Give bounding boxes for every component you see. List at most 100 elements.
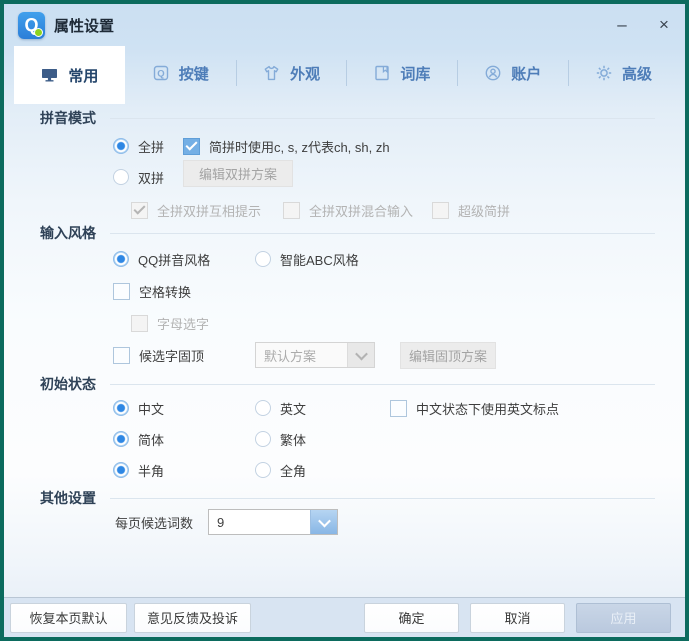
section-input-style-title: 输入风格 [40,223,96,243]
super-jianpin-checkbox [432,202,449,219]
quanpin-label[interactable]: 全拼 [138,137,164,156]
super-jianpin-option: 超级简拼 [432,197,510,223]
full-width-option: 全角 [255,457,306,483]
monitor-icon [40,66,59,84]
ok-button[interactable]: 确定 [364,603,459,633]
abc-style-option: 智能ABC风格 [255,246,359,272]
half-width-radio[interactable] [113,462,129,478]
candidates-per-page-row: 每页候选词数 [115,509,193,535]
section-pinyin-mode: 拼音模式 [40,108,655,128]
tab-advanced[interactable]: 高级 [568,46,679,100]
edit-pin-button: 编辑固顶方案 [400,342,496,369]
english-punct-label[interactable]: 中文状态下使用英文标点 [416,399,559,418]
space-convert-option: 空格转换 [113,278,191,304]
pin-scheme-dropdown: 默认方案 [255,342,375,368]
tshirt-icon [262,64,281,82]
abc-style-label[interactable]: 智能ABC风格 [280,250,359,269]
english-punct-option: 中文状态下使用英文标点 [390,395,559,421]
simplified-label[interactable]: 简体 [138,430,164,449]
full-width-label[interactable]: 全角 [280,461,306,480]
tab-advanced-label: 高级 [622,63,652,84]
traditional-label[interactable]: 繁体 [280,430,306,449]
chinese-radio[interactable] [113,400,129,416]
gear-icon [595,64,613,82]
tab-account[interactable]: 账户 [457,46,568,100]
chinese-option: 中文 [113,395,164,421]
simplified-radio[interactable] [113,431,129,447]
letter-select-label: 字母选字 [157,314,209,333]
tab-appearance-label: 外观 [290,63,320,84]
jianpin-checkbox[interactable] [183,138,200,155]
settings-content: 拼音模式 全拼 简拼时使用c, s, z代表ch, sh, zh 双拼 编辑双拼… [4,100,685,597]
abc-style-radio[interactable] [255,251,271,267]
english-label[interactable]: 英文 [280,399,306,418]
traditional-option: 繁体 [255,426,306,452]
candidate-pin-label[interactable]: 候选字固顶 [139,346,204,365]
qq-style-label[interactable]: QQ拼音风格 [138,250,210,269]
restore-defaults-button[interactable]: 恢复本页默认 [10,603,127,633]
section-other-settings-title: 其他设置 [40,488,96,508]
section-divider [110,118,655,119]
ok-label: 确定 [398,608,424,627]
tab-appearance[interactable]: 外观 [236,46,347,100]
footer-left-buttons: 恢复本页默认 意见反馈及投诉 [10,603,251,633]
section-divider [110,498,655,499]
shuangpin-radio[interactable] [113,169,129,185]
account-icon [484,64,502,82]
section-initial-state: 初始状态 [40,374,655,394]
edit-pin-button-label: 编辑固顶方案 [409,346,487,365]
english-punct-checkbox[interactable] [390,400,407,417]
jianpin-label[interactable]: 简拼时使用c, s, z代表ch, sh, zh [209,137,390,156]
half-width-option: 半角 [113,457,164,483]
tab-keys-label: 按键 [179,63,209,84]
mutual-hint-option: 全拼双拼互相提示 [131,197,261,223]
restore-defaults-label: 恢复本页默认 [29,608,107,627]
chevron-down-icon[interactable] [310,510,337,534]
tab-common[interactable]: 常用 [14,46,125,104]
super-jianpin-label: 超级简拼 [458,201,510,220]
shuangpin-label[interactable]: 双拼 [138,168,164,187]
apply-label: 应用 [610,608,636,627]
apply-button: 应用 [576,603,671,633]
section-other-settings: 其他设置 [40,488,655,508]
full-width-radio[interactable] [255,462,271,478]
simplified-option: 简体 [113,426,164,452]
tab-account-label: 账户 [511,63,541,84]
close-button[interactable]: × [643,4,685,46]
dictionary-icon [373,64,391,82]
candidate-pin-checkbox[interactable] [113,347,130,364]
minimize-button[interactable]: – [601,4,643,46]
window-controls: – × [601,4,685,46]
tab-dictionary[interactable]: 词库 [346,46,457,100]
mutual-hint-checkbox [131,202,148,219]
feedback-button[interactable]: 意见反馈及投诉 [134,603,251,633]
titlebar: Q 属性设置 – × [4,4,685,46]
candidates-per-page-dropdown[interactable]: 9 [208,509,338,535]
quanpin-radio[interactable] [113,138,129,154]
candidates-per-page-label: 每页候选词数 [115,513,193,532]
window-title: 属性设置 [54,15,114,36]
cancel-label: 取消 [504,608,530,627]
feedback-label: 意见反馈及投诉 [147,608,238,627]
half-width-label[interactable]: 半角 [138,461,164,480]
key-icon-letter: Q [157,69,164,80]
cancel-button[interactable]: 取消 [470,603,565,633]
space-convert-label[interactable]: 空格转换 [139,282,191,301]
chinese-label[interactable]: 中文 [138,399,164,418]
pin-scheme-dropdown-value: 默认方案 [256,343,338,367]
traditional-radio[interactable] [255,431,271,447]
section-pinyin-mode-title: 拼音模式 [40,108,96,128]
tab-keys[interactable]: Q 按键 [125,46,236,100]
space-convert-checkbox[interactable] [113,283,130,300]
candidate-pin-option: 候选字固顶 [113,342,204,368]
footer-bar: 恢复本页默认 意见反馈及投诉 确定 取消 应用 [4,597,685,637]
mixed-input-option: 全拼双拼混合输入 [283,197,413,223]
english-radio[interactable] [255,400,271,416]
tab-bar: 常用 Q 按键 外观 词库 账户 [4,46,685,100]
qq-style-radio[interactable] [113,251,129,267]
chevron-down-icon [347,343,374,367]
shuangpin-option: 双拼 [113,164,164,190]
qq-pinyin-logo-icon: Q [18,12,45,39]
mixed-input-label: 全拼双拼混合输入 [309,201,413,220]
section-divider [110,233,655,234]
